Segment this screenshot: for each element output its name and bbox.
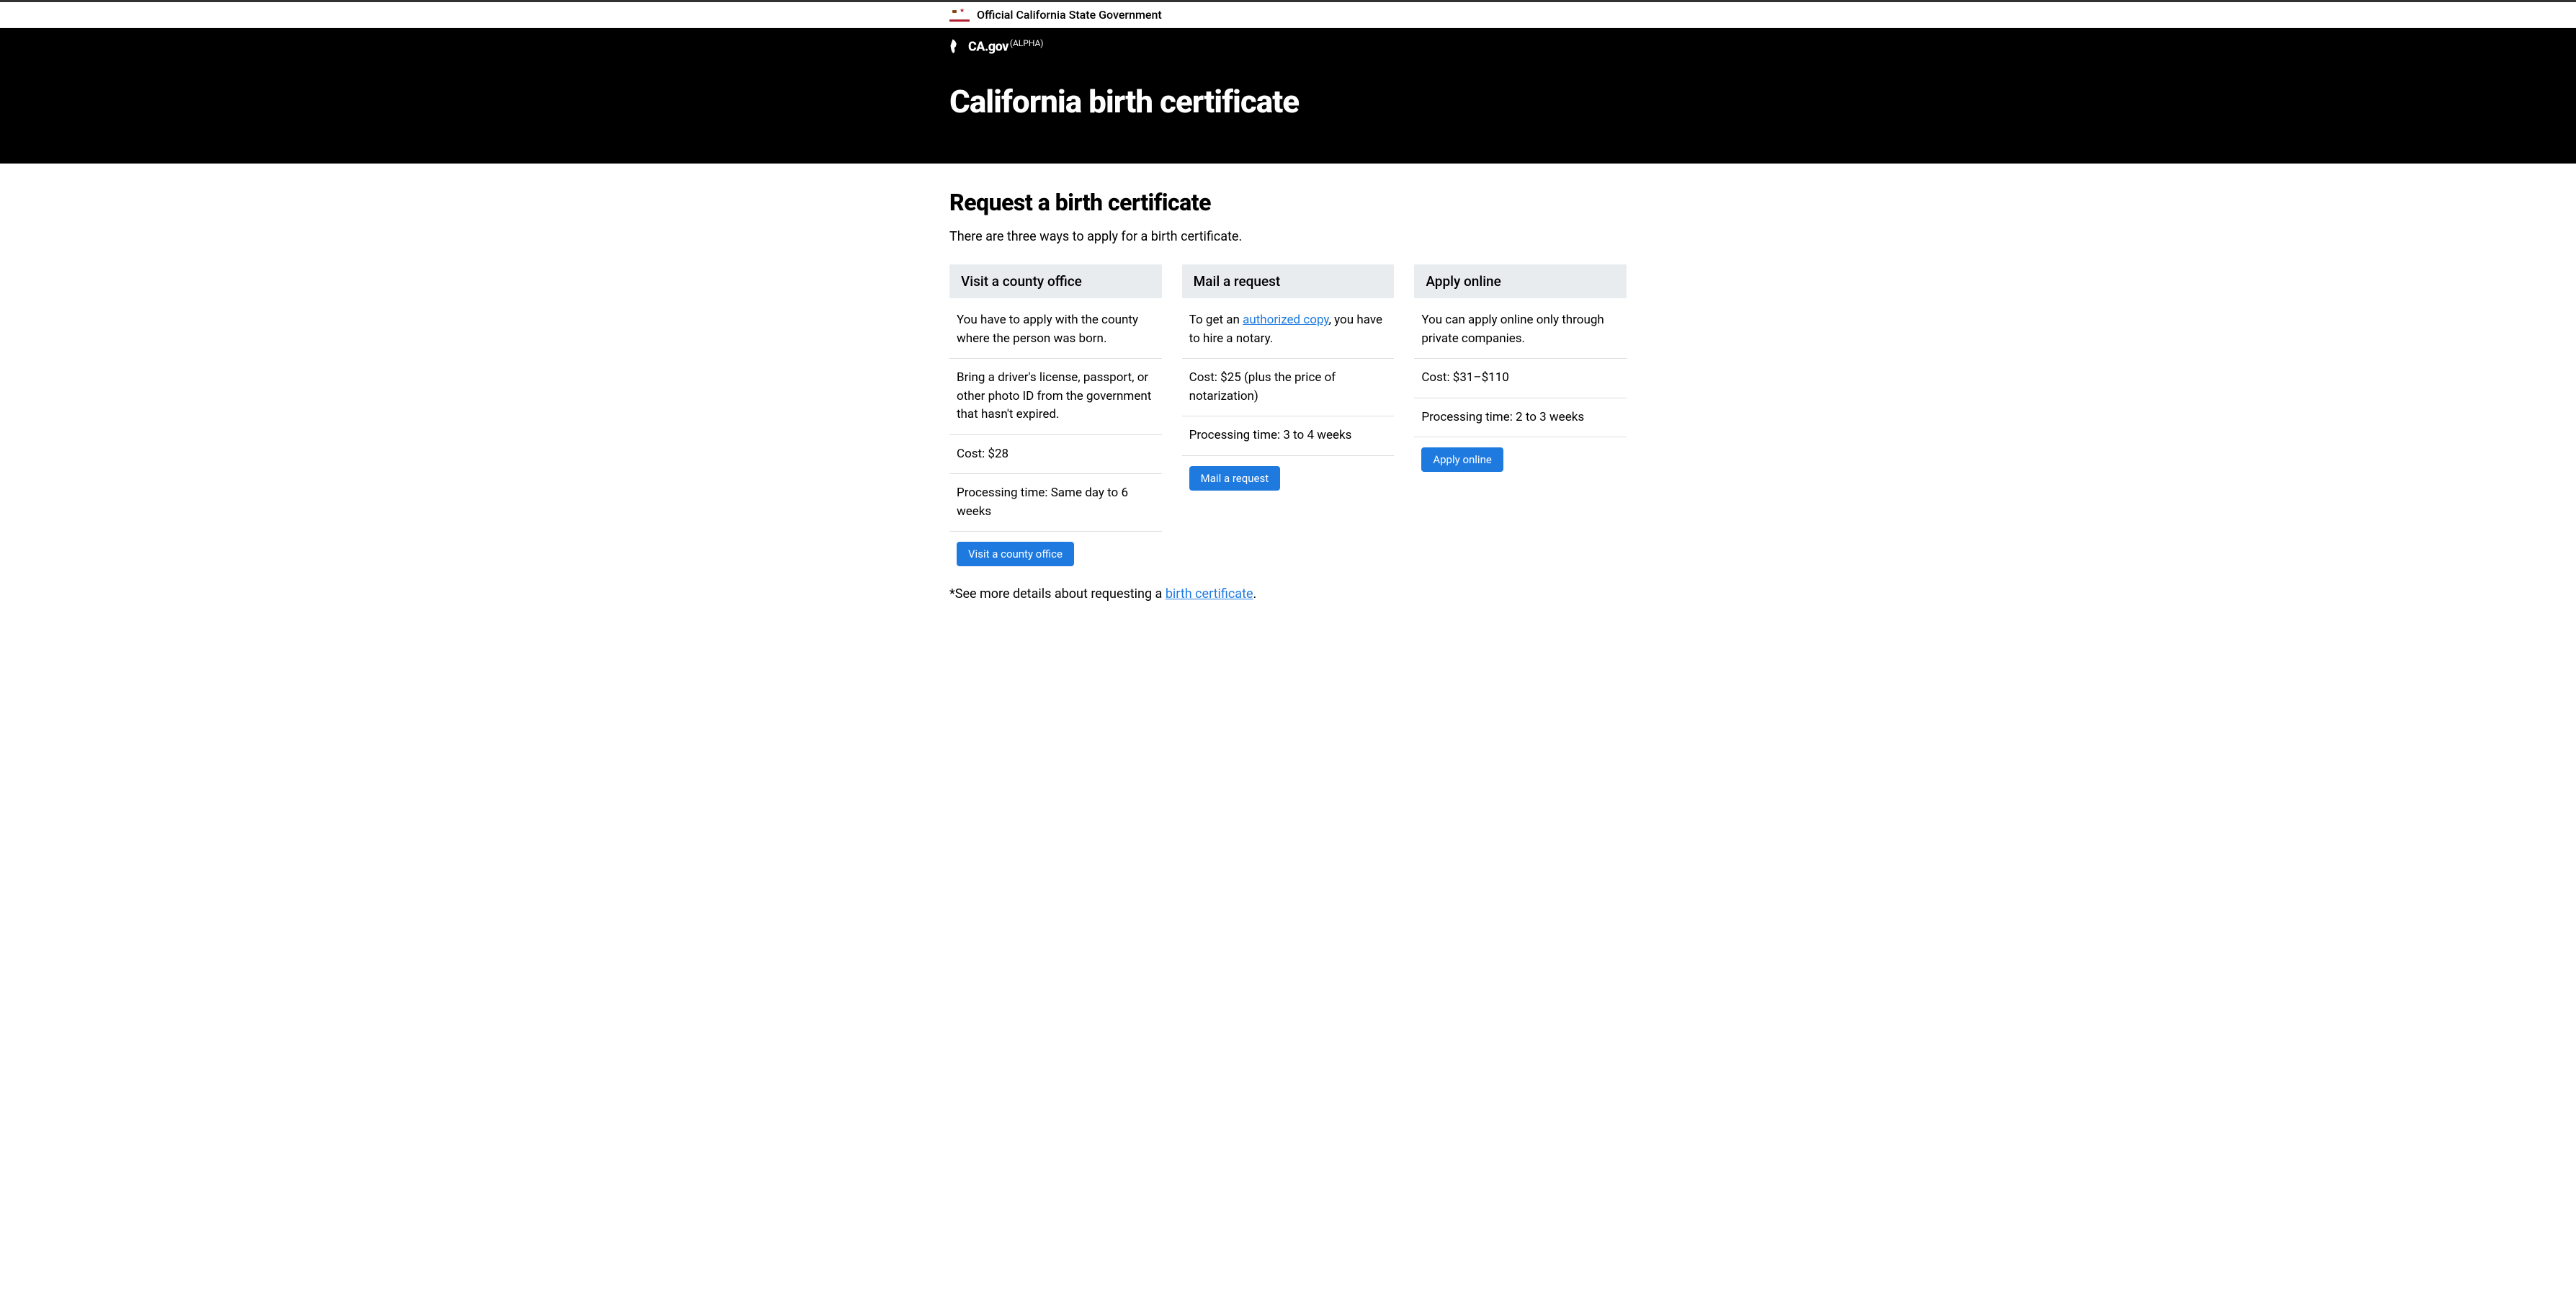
california-state-icon (949, 38, 962, 54)
intro-text: There are three ways to apply for a birt… (949, 229, 1627, 244)
authorized-copy-link[interactable]: authorized copy (1243, 313, 1328, 327)
card-processing-time: Processing time: Same day to 6 weeks (949, 474, 1162, 532)
card-title: Apply online (1414, 264, 1627, 298)
card-title: Visit a county office (949, 264, 1162, 298)
card-cost: Cost: $25 (plus the price of notarizatio… (1182, 359, 1395, 416)
hero-section: CA.gov(ALPHA) California birth certifica… (0, 28, 2576, 164)
section-heading: Request a birth certificate (949, 189, 1627, 216)
card-description: To get an authorized copy, you have to h… (1182, 298, 1395, 359)
brand-name: CA.gov (968, 39, 1009, 54)
card-processing-time: Processing time: 3 to 4 weeks (1182, 416, 1395, 456)
brand-text: CA.gov(ALPHA) (968, 38, 1043, 54)
apply-online-button[interactable]: Apply online (1421, 447, 1503, 472)
footnote-pre: *See more details about requesting a (949, 586, 1166, 602)
card-cost: Cost: $28 (949, 435, 1162, 475)
official-banner: Official California State Government (0, 2, 2576, 28)
card-bring-info: Bring a driver's license, passport, or o… (949, 359, 1162, 435)
options-row: Visit a county office You have to apply … (949, 264, 1627, 566)
footnote-post: . (1253, 586, 1257, 602)
card-mail-request: Mail a request To get an authorized copy… (1182, 264, 1395, 566)
card-apply-online: Apply online You can apply online only t… (1414, 264, 1627, 566)
california-flag-icon (949, 9, 970, 22)
page-title: California birth certificate (949, 83, 1627, 120)
footnote: *See more details about requesting a bir… (949, 586, 1627, 602)
visit-county-button[interactable]: Visit a county office (957, 542, 1074, 566)
mail-request-button[interactable]: Mail a request (1189, 466, 1280, 491)
official-banner-text: Official California State Government (977, 8, 1162, 22)
site-brand[interactable]: CA.gov(ALPHA) (949, 28, 1627, 83)
card-processing-time: Processing time: 2 to 3 weeks (1414, 398, 1627, 438)
brand-suffix: (ALPHA) (1010, 38, 1044, 48)
card-description: You can apply online only through privat… (1414, 298, 1627, 359)
desc-pre: To get an (1189, 313, 1243, 327)
card-description: You have to apply with the county where … (949, 298, 1162, 359)
card-cost: Cost: $31–$110 (1414, 359, 1627, 398)
card-visit-county: Visit a county office You have to apply … (949, 264, 1162, 566)
card-title: Mail a request (1182, 264, 1395, 298)
main-content: Request a birth certificate There are th… (0, 164, 2576, 602)
birth-certificate-link[interactable]: birth certificate (1166, 586, 1253, 602)
